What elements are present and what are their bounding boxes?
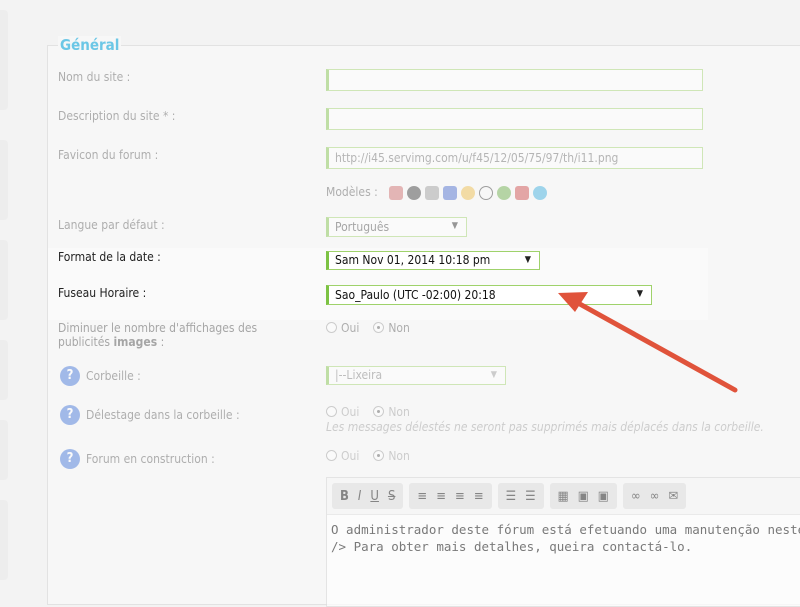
annotation-arrow [558, 292, 738, 393]
arrow-head-icon [558, 292, 588, 312]
arrow-shaft [575, 300, 738, 393]
